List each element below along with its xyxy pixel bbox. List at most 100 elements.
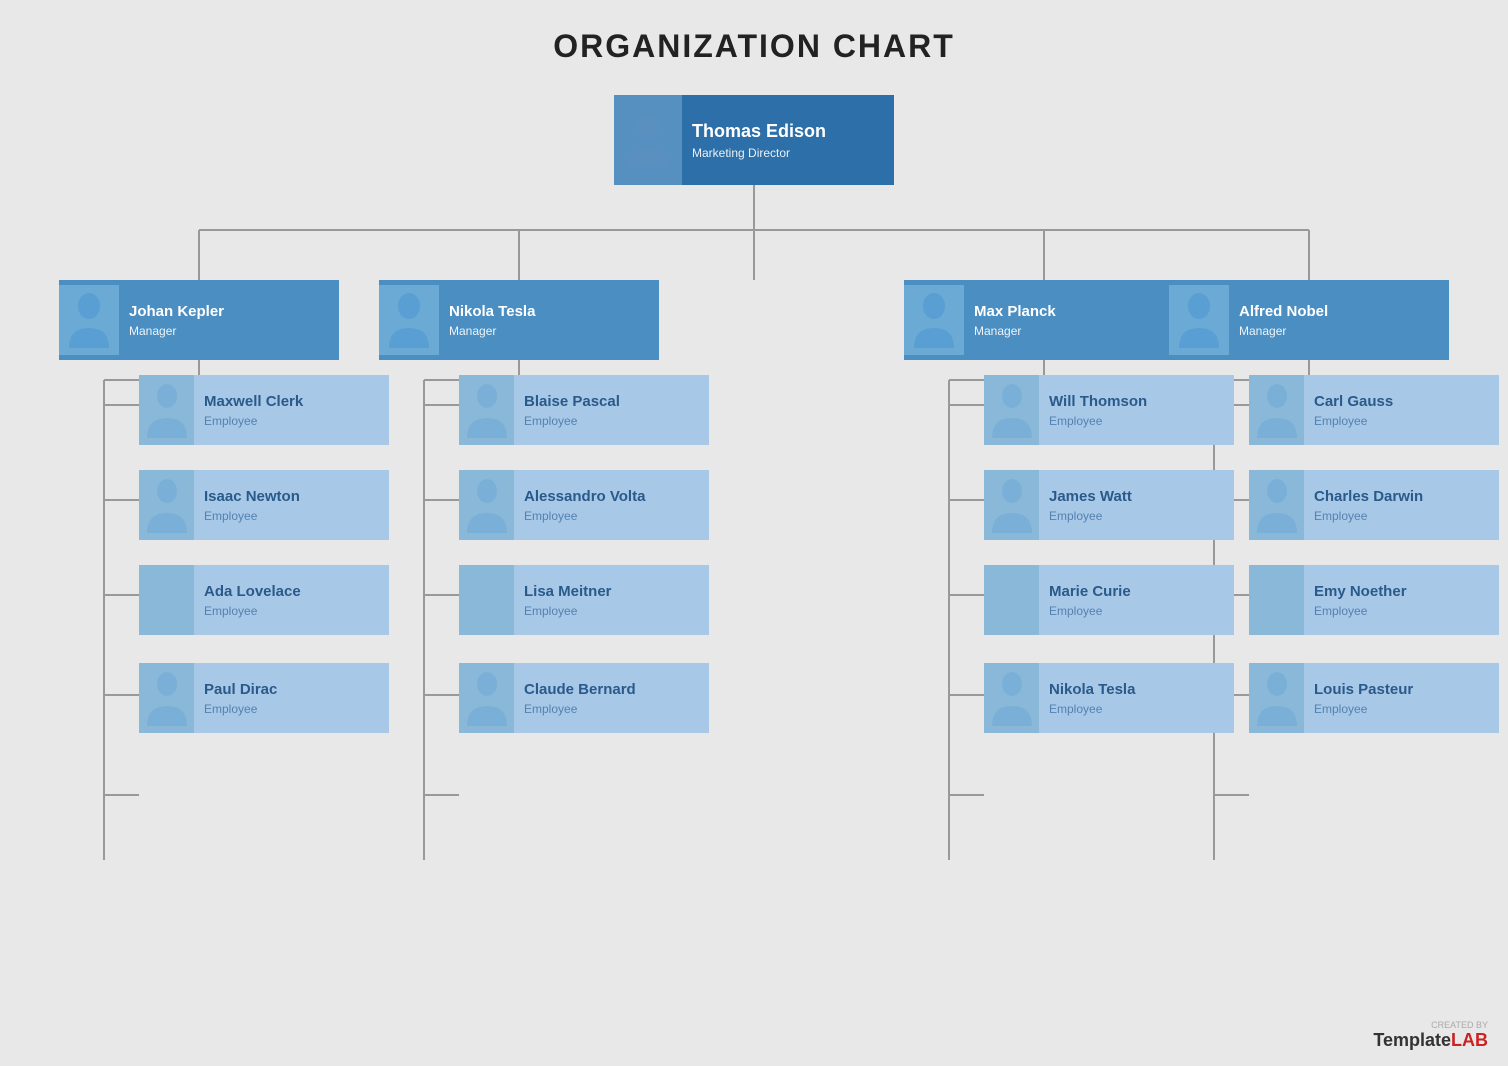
employee-role-0-2: Employee (204, 604, 379, 618)
employee-name-0-2: Ada Lovelace (204, 582, 379, 602)
person-silhouette (462, 570, 512, 630)
avatar (1249, 565, 1304, 635)
top-node-role: Marketing Director (692, 146, 884, 160)
employee-role-0-0: Employee (204, 414, 379, 428)
person-silhouette (142, 668, 192, 728)
employee-node-2-1: James Watt Employee (984, 470, 1234, 540)
employee-name-3-3: Louis Pasteur (1314, 680, 1489, 700)
manager-node-1: Nikola Tesla Manager (379, 280, 659, 360)
employee-name-0-3: Paul Dirac (204, 680, 379, 700)
person-silhouette (987, 380, 1037, 440)
employee-name-1-1: Alessandro Volta (524, 487, 699, 507)
employee-role-3-3: Employee (1314, 702, 1489, 716)
employee-role-2-2: Employee (1049, 604, 1224, 618)
avatar (1249, 375, 1304, 445)
employee-role-1-3: Employee (524, 702, 699, 716)
employee-name-2-1: James Watt (1049, 487, 1224, 507)
person-silhouette (987, 570, 1037, 630)
page-title: ORGANIZATION CHART (0, 0, 1508, 85)
person-silhouette (987, 668, 1037, 728)
employee-node-0-0: Maxwell Clerk Employee (139, 375, 389, 445)
person-silhouette (1252, 475, 1302, 535)
manager-role-2: Manager (974, 324, 1174, 338)
avatar (614, 95, 682, 185)
avatar (984, 565, 1039, 635)
employee-node-3-3: Louis Pasteur Employee (1249, 663, 1499, 733)
brand-label: TemplateLAB (1373, 1030, 1488, 1050)
employee-node-1-2: Lisa Meitner Employee (459, 565, 709, 635)
avatar (904, 285, 964, 355)
person-silhouette (64, 290, 114, 350)
employee-node-0-2: Ada Lovelace Employee (139, 565, 389, 635)
avatar (984, 470, 1039, 540)
employee-name-3-1: Charles Darwin (1314, 487, 1489, 507)
avatar (139, 375, 194, 445)
employee-role-0-1: Employee (204, 509, 379, 523)
manager-name-0: Johan Kepler (129, 302, 329, 322)
person-silhouette (142, 380, 192, 440)
avatar (139, 470, 194, 540)
person-silhouette (462, 668, 512, 728)
person-silhouette (1252, 668, 1302, 728)
avatar (139, 663, 194, 733)
employee-name-1-0: Blaise Pascal (524, 392, 699, 412)
employee-node-1-3: Claude Bernard Employee (459, 663, 709, 733)
person-silhouette (623, 110, 673, 170)
employee-name-2-2: Marie Curie (1049, 582, 1224, 602)
org-chart: Thomas Edison Marketing Director Johan K… (44, 85, 1464, 975)
person-silhouette (1174, 290, 1224, 350)
person-silhouette (462, 380, 512, 440)
employee-role-1-2: Employee (524, 604, 699, 618)
employee-name-0-0: Maxwell Clerk (204, 392, 379, 412)
employee-node-3-0: Carl Gauss Employee (1249, 375, 1499, 445)
employee-role-3-1: Employee (1314, 509, 1489, 523)
avatar (459, 470, 514, 540)
avatar (379, 285, 439, 355)
manager-node-0: Johan Kepler Manager (59, 280, 339, 360)
top-node: Thomas Edison Marketing Director (614, 95, 894, 185)
employee-role-1-0: Employee (524, 414, 699, 428)
avatar (59, 285, 119, 355)
employee-node-0-3: Paul Dirac Employee (139, 663, 389, 733)
employee-node-2-0: Will Thomson Employee (984, 375, 1234, 445)
person-silhouette (462, 475, 512, 535)
employee-role-1-1: Employee (524, 509, 699, 523)
avatar (459, 375, 514, 445)
employee-name-3-2: Emy Noether (1314, 582, 1489, 602)
manager-name-2: Max Planck (974, 302, 1174, 322)
employee-name-2-0: Will Thomson (1049, 392, 1224, 412)
employee-name-1-3: Claude Bernard (524, 680, 699, 700)
avatar (459, 565, 514, 635)
person-silhouette (987, 475, 1037, 535)
avatar (984, 375, 1039, 445)
employee-role-3-2: Employee (1314, 604, 1489, 618)
employee-node-2-2: Marie Curie Employee (984, 565, 1234, 635)
employee-node-0-1: Isaac Newton Employee (139, 470, 389, 540)
employee-node-1-0: Blaise Pascal Employee (459, 375, 709, 445)
org-layout: Thomas Edison Marketing Director Johan K… (44, 85, 1464, 975)
person-silhouette (142, 570, 192, 630)
person-silhouette (384, 290, 434, 350)
employee-role-2-0: Employee (1049, 414, 1224, 428)
employee-role-3-0: Employee (1314, 414, 1489, 428)
employee-name-0-1: Isaac Newton (204, 487, 379, 507)
employee-name-2-3: Nikola Tesla (1049, 680, 1224, 700)
employee-node-2-3: Nikola Tesla Employee (984, 663, 1234, 733)
employee-name-1-2: Lisa Meitner (524, 582, 699, 602)
employee-node-1-1: Alessandro Volta Employee (459, 470, 709, 540)
avatar (459, 663, 514, 733)
manager-role-1: Manager (449, 324, 649, 338)
top-node-name: Thomas Edison (692, 120, 884, 143)
employee-role-2-3: Employee (1049, 702, 1224, 716)
avatar (1169, 285, 1229, 355)
person-silhouette (909, 290, 959, 350)
manager-name-3: Alfred Nobel (1239, 302, 1439, 322)
person-silhouette (142, 475, 192, 535)
employee-role-0-3: Employee (204, 702, 379, 716)
avatar (139, 565, 194, 635)
employee-role-2-1: Employee (1049, 509, 1224, 523)
avatar (1249, 470, 1304, 540)
person-silhouette (1252, 380, 1302, 440)
manager-role-3: Manager (1239, 324, 1439, 338)
created-by-label: CREATED BY (1373, 1020, 1488, 1030)
